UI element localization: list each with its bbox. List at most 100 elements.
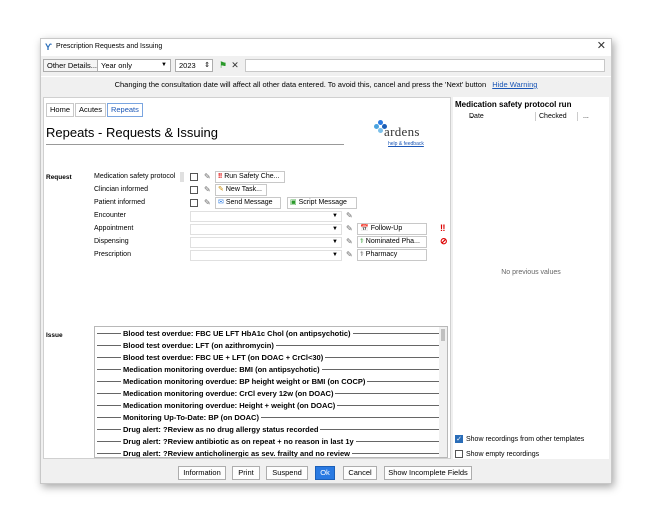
tab-repeats[interactable]: Repeats — [106, 103, 143, 117]
issue-scrollbar[interactable] — [439, 327, 447, 457]
issue-item[interactable]: Medication monitoring overdue: BP height… — [95, 376, 439, 388]
safety-protocol-checkbox[interactable] — [190, 173, 198, 181]
suspend-button[interactable]: Suspend — [266, 466, 308, 480]
period-select[interactable]: Year only ▼ — [97, 59, 171, 72]
show-empty-label: Show empty recordings — [466, 451, 540, 458]
issue-rule-left — [97, 369, 121, 370]
pencil-icon[interactable]: ✎ — [346, 211, 353, 220]
run-safety-check-label: Run Safety Che... — [224, 173, 280, 180]
message-icon: ✉ — [218, 199, 224, 206]
print-button[interactable]: Print — [232, 466, 260, 480]
pharmacy-button[interactable]: ⚕ Pharmacy — [357, 249, 427, 261]
tab-home[interactable]: Home — [46, 103, 75, 117]
issue-item[interactable]: Blood test overdue: FBC UE + LFT (on DOA… — [95, 352, 439, 364]
issue-item[interactable]: Medication monitoring overdue: Height + … — [95, 400, 439, 412]
row-label-prescription: Prescription — [94, 251, 131, 258]
history-columns: Date ⌄ Checked ... — [455, 111, 609, 122]
encounter-select[interactable]: ▼ — [190, 211, 342, 222]
issue-rule-left — [97, 441, 121, 442]
date-warning-bar: Changing the consultation date will affe… — [41, 77, 611, 93]
information-button[interactable]: Information — [178, 466, 226, 480]
script-icon: ▣ — [290, 199, 297, 206]
row-label-clinician-informed: Clincian informed — [94, 186, 149, 193]
flag-icon[interactable]: ⚑ — [218, 60, 228, 70]
issue-item[interactable]: Drug alert: ?Review anticholinergic as s… — [95, 448, 439, 457]
appointment-select[interactable]: ▼ — [190, 224, 342, 235]
chevron-down-icon: ▼ — [161, 62, 167, 68]
show-other-templates-checkbox[interactable]: ✓ — [455, 435, 463, 443]
row-label-dispensing: Dispensing — [94, 238, 129, 245]
issue-item[interactable]: Monitoring Up-To-Date: BP (on DOAC) — [95, 412, 439, 424]
issue-rule-left — [97, 393, 121, 394]
spinner-icon[interactable]: ⇕ — [204, 60, 210, 71]
app-icon: ϒ — [45, 42, 52, 52]
chevron-down-icon: ▼ — [332, 239, 338, 245]
issue-rule-left — [97, 357, 121, 358]
template-panel: Home Acutes Repeats Repeats - Requests &… — [43, 97, 451, 459]
pharmacy-label: Pharmacy — [365, 251, 398, 258]
follow-up-button[interactable]: 📅 Follow-Up — [357, 223, 427, 235]
issue-alerts-list[interactable]: Blood test overdue: FBC UE LFT HbA1c Cho… — [94, 326, 448, 458]
issue-item-text: Medication monitoring overdue: BP height… — [121, 376, 368, 388]
dispensing-select[interactable]: ▼ — [190, 237, 342, 248]
issue-item[interactable]: Medication monitoring overdue: CrCl ever… — [95, 388, 439, 400]
cancel-button[interactable]: Cancel — [343, 466, 377, 480]
script-message-button[interactable]: ▣ Script Message — [287, 197, 357, 209]
prescription-select[interactable]: ▼ — [190, 250, 342, 261]
alert-icon: ‼ — [440, 223, 446, 233]
year-stepper[interactable]: 2023 ⇕ — [175, 59, 213, 72]
send-message-button[interactable]: ✉ Send Message — [215, 197, 281, 209]
task-icon: ✎ — [218, 186, 224, 193]
request-section-label: Request — [46, 174, 72, 181]
row-marker — [180, 172, 184, 182]
calendar-icon: 📅 — [360, 225, 369, 232]
issue-item[interactable]: Drug alert: ?Review as no drug allergy s… — [95, 424, 439, 436]
scroll-thumb[interactable] — [441, 329, 445, 341]
issue-item[interactable]: Medication monitoring overdue: BMI (on a… — [95, 364, 439, 376]
run-safety-check-button[interactable]: ‼ Run Safety Che... — [215, 171, 285, 183]
issue-rule-left — [97, 345, 121, 346]
close-icon[interactable]: ✕ — [597, 40, 606, 53]
follow-up-label: Follow-Up — [370, 225, 403, 232]
column-more-button[interactable]: ... — [583, 111, 589, 122]
nominated-pharmacy-label: Nominated Pha... — [365, 238, 420, 245]
row-label-appointment: Appointment — [94, 225, 134, 232]
show-incomplete-button[interactable]: Show Incomplete Fields — [384, 466, 472, 480]
pencil-icon[interactable]: ✎ — [346, 224, 353, 233]
prescription-window: ϒ Prescription Requests and Issuing ✕ Ot… — [40, 38, 612, 484]
clinician-informed-checkbox[interactable] — [190, 186, 198, 194]
issue-item-text: Drug alert: ?Review as no drug allergy s… — [121, 424, 321, 436]
help-feedback-link[interactable]: help & feedback — [388, 141, 424, 147]
logo-wordmark: ardens — [384, 124, 420, 139]
new-task-button[interactable]: ✎ New Task... — [215, 184, 267, 196]
period-value: Year only — [101, 61, 132, 70]
column-date[interactable]: Date ⌄ — [469, 111, 484, 122]
issue-item[interactable]: Blood test overdue: FBC UE LFT HbA1c Cho… — [95, 328, 439, 340]
pencil-icon[interactable]: ✎ — [204, 198, 211, 207]
other-details-button[interactable]: Other Details... — [43, 59, 102, 72]
issue-item[interactable]: Drug alert: ?Review antibiotic as on rep… — [95, 436, 439, 448]
issue-item-text: Medication monitoring overdue: BMI (on a… — [121, 364, 322, 376]
date-field[interactable] — [245, 59, 605, 72]
clear-date-icon[interactable]: ✕ — [230, 60, 240, 70]
title-bar: ϒ Prescription Requests and Issuing ✕ — [41, 39, 611, 55]
pencil-icon[interactable]: ✎ — [346, 250, 353, 259]
pencil-icon[interactable]: ✎ — [346, 237, 353, 246]
row-label-safety-protocol: Medication safety protocol — [94, 173, 176, 180]
pencil-icon[interactable]: ✎ — [204, 172, 211, 181]
column-checked[interactable]: Checked — [539, 111, 567, 122]
issue-rule-left — [97, 405, 121, 406]
send-message-label: Send Message — [225, 199, 273, 206]
issue-item-text: Medication monitoring overdue: Height + … — [121, 400, 338, 412]
new-task-label: New Task... — [225, 186, 262, 193]
empty-state: No previous values — [501, 269, 561, 276]
show-empty-checkbox[interactable] — [455, 450, 463, 458]
ok-button[interactable]: Ok — [315, 466, 335, 480]
issue-item[interactable]: Blood test overdue: LFT (on azithromycin… — [95, 340, 439, 352]
tab-acutes[interactable]: Acutes — [75, 103, 106, 117]
heading-divider — [46, 144, 344, 145]
nominated-pharmacy-button[interactable]: ⚕ Nominated Pha... — [357, 236, 427, 248]
hide-warning-link[interactable]: Hide Warning — [492, 80, 537, 89]
pencil-icon[interactable]: ✎ — [204, 185, 211, 194]
patient-informed-checkbox[interactable] — [190, 199, 198, 207]
